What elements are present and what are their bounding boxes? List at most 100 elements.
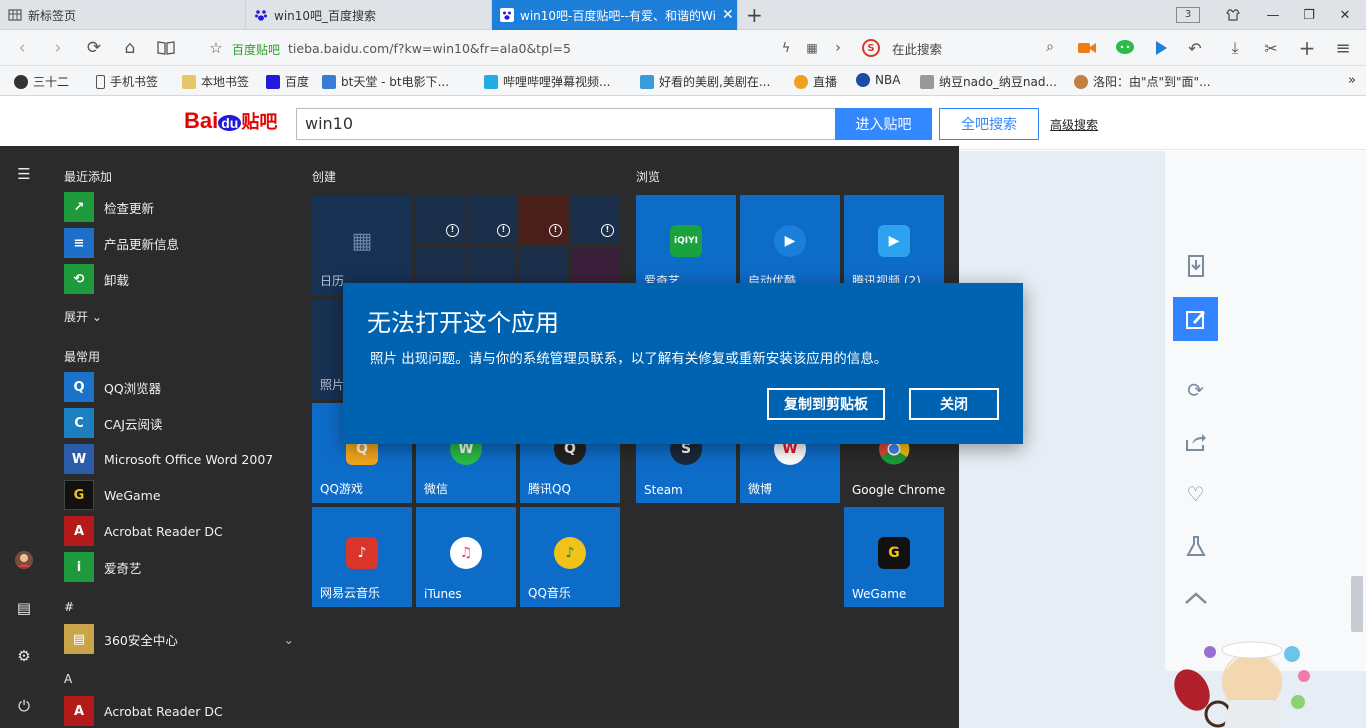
restore-icon[interactable]: ❐ [1292, 0, 1326, 30]
app-item-acrobat[interactable]: A Acrobat Reader DC [64, 515, 294, 547]
star-bookmark-icon[interactable]: ☆ [204, 36, 228, 60]
forward-icon[interactable]: › [46, 36, 70, 60]
flask-icon[interactable] [1173, 524, 1218, 568]
app-item-check-update[interactable]: ↗ 检查更新 [64, 191, 294, 223]
documents-icon[interactable]: ▤ [12, 598, 36, 618]
more-bookmarks-icon[interactable]: » [1348, 73, 1356, 88]
tile-youku[interactable]: ▶ 启动优酷 [740, 195, 840, 295]
app-item-caj[interactable]: C CAJ云阅读 [64, 407, 294, 439]
enter-tieba-button[interactable]: 进入贴吧 [835, 108, 932, 140]
lightning-icon[interactable]: ϟ [774, 36, 798, 60]
address-bar-url[interactable]: tieba.baidu.com/f?kw=win10&fr=ala0&tpl=5 [288, 41, 571, 56]
chevron-up-icon[interactable] [1173, 576, 1218, 620]
shirt-skin-icon[interactable] [1216, 0, 1250, 30]
news-icon [1074, 74, 1088, 89]
browser-search-box[interactable]: S 在此搜索 ⌕ [862, 36, 1060, 60]
tile-calendar[interactable]: ▦ 日历 [312, 195, 412, 295]
tile-broken-app[interactable]: ! [571, 195, 620, 244]
app-item-word[interactable]: W Microsoft Office Word 2007 [64, 443, 294, 475]
bookmark-item[interactable]: 三十二 [14, 73, 69, 90]
tile-wegame[interactable]: G WeGame [844, 507, 944, 607]
search-engine-icon[interactable]: S [862, 39, 880, 57]
bookmark-item[interactable]: 直播 [794, 73, 837, 90]
chevron-right-icon[interactable]: › [826, 36, 850, 60]
tile-qq-music[interactable]: ♪ QQ音乐 [520, 507, 620, 607]
home-icon[interactable]: ⌂ [118, 36, 142, 60]
tile-iqiyi[interactable]: iQIYI 爱奇艺 [636, 195, 736, 295]
app-item-qq-browser[interactable]: Q QQ浏览器 [64, 371, 294, 403]
bookmark-item[interactable]: 哔哩哔哩弹幕视频... [484, 73, 610, 90]
minimize-icon[interactable]: — [1256, 0, 1290, 30]
refresh-icon[interactable]: ⟳ [1173, 368, 1218, 412]
iqiyi-icon: iQIYI [670, 225, 702, 257]
cartoon-mascot-image [1170, 632, 1320, 728]
bookmark-item[interactable]: bt天堂 - bt电影下... [322, 73, 449, 90]
download-box-icon[interactable] [1173, 244, 1218, 288]
scissors-icon[interactable]: ✂ [1258, 36, 1284, 60]
copy-to-clipboard-button[interactable]: 复制到剪贴板 [767, 388, 885, 420]
tab-tieba[interactable]: win10吧-百度贴吧--有爱、和谐的Wi ✕ [492, 0, 738, 30]
app-item-uninstall[interactable]: ⟲ 卸载 [64, 263, 294, 295]
iqiyi-icon: i [64, 552, 94, 582]
bookmark-item[interactable]: 纳豆nado_纳豆nad... [920, 73, 1057, 90]
settings-gear-icon[interactable]: ⚙ [12, 646, 36, 666]
expand-button[interactable]: 展开 ⌄ [64, 308, 102, 325]
all-search-button[interactable]: 全吧搜索 [939, 108, 1039, 140]
wegame-icon: G [878, 537, 910, 569]
back-icon[interactable]: ‹ [10, 36, 34, 60]
tile-netease-music[interactable]: ♪ 网易云音乐 [312, 507, 412, 607]
close-icon[interactable]: ✕ [716, 7, 734, 23]
advanced-search-link[interactable]: 高级搜索 [1050, 116, 1098, 133]
window-close-icon[interactable]: ✕ [1328, 0, 1362, 30]
bookmark-item[interactable]: 好看的美剧,美剧在... [640, 73, 770, 90]
menu-icon[interactable]: ≡ [1330, 36, 1356, 60]
heart-icon[interactable]: ♡ [1173, 472, 1218, 516]
close-button[interactable]: 关闭 [909, 388, 999, 420]
play-icon[interactable] [1148, 36, 1174, 60]
tab-title: 新标签页 [28, 8, 77, 23]
tab-new-tab[interactable]: 新标签页 [0, 0, 246, 30]
undo-icon[interactable]: ↶ [1182, 36, 1208, 60]
bookmark-item[interactable]: 本地书签 [182, 73, 249, 90]
bookmark-item[interactable]: 洛阳：由"点"到"面"... [1074, 73, 1211, 90]
folder-icon [182, 74, 196, 89]
share-icon[interactable] [1173, 420, 1218, 464]
tab-baidu-search[interactable]: win10吧_百度搜索 [246, 0, 492, 30]
page-scrollbar[interactable] [1351, 576, 1363, 632]
tab-count-badge[interactable]: 3 [1176, 7, 1200, 23]
url-site-name[interactable]: 百度贴吧 [232, 41, 280, 58]
tile-broken-app[interactable]: ! [416, 195, 465, 244]
warning-icon: ! [497, 224, 510, 237]
tile-tencent-video[interactable]: ▶ 腾讯视频 (2) [844, 195, 944, 295]
plus-icon[interactable]: + [1294, 36, 1320, 60]
app-item-acrobat-a[interactable]: A Acrobat Reader DC [64, 695, 294, 727]
hamburger-menu-icon[interactable]: ☰ [12, 164, 36, 184]
reader-book-icon[interactable] [154, 36, 178, 60]
warning-icon: ! [601, 224, 614, 237]
user-avatar[interactable] [12, 550, 36, 570]
bookmark-item[interactable]: 手机书签 [96, 73, 158, 90]
tile-broken-app[interactable]: ! [519, 195, 568, 244]
app-item-iqiyi[interactable]: i 爱奇艺 [64, 551, 294, 583]
app-item-360-folder[interactable]: ▤ 360安全中心 ⌄ [64, 623, 294, 655]
baidu-tieba-logo[interactable]: Bai du 贴吧 [184, 108, 277, 134]
search-icon[interactable]: ⌕ [1046, 39, 1054, 55]
video-camera-icon[interactable] [1074, 36, 1100, 60]
dialog-message: 照片 出现问题。请与你的系统管理员联系，以了解有关修复或重新安装该应用的信息。 [370, 351, 888, 367]
tile-broken-app[interactable]: ! [467, 195, 516, 244]
tile-itunes[interactable]: ♫ iTunes [416, 507, 516, 607]
refresh-icon[interactable]: ⟳ [82, 36, 106, 60]
tieba-search-input[interactable]: win10 [296, 108, 836, 140]
folder-icon: ▤ [64, 624, 94, 654]
chat-bubble-icon[interactable] [1112, 36, 1138, 60]
app-item-wegame[interactable]: G WeGame [64, 479, 294, 511]
new-tab-plus-icon[interactable]: + [746, 4, 763, 26]
bookmark-item[interactable]: NBA [856, 73, 900, 87]
download-icon[interactable]: ⤓ [1222, 36, 1248, 60]
app-item-product-info[interactable]: ≡ 产品更新信息 [64, 227, 294, 259]
bookmark-item[interactable]: 百度 [266, 73, 309, 90]
edit-post-icon[interactable] [1173, 297, 1218, 341]
browser-nav-bar: ‹ › ⟳ ⌂ ☆ 百度贴吧 tieba.baidu.com/f?kw=win1… [0, 30, 1366, 66]
qr-code-icon[interactable]: ▦ [800, 36, 824, 60]
power-icon[interactable]: ⏻ [12, 696, 36, 716]
